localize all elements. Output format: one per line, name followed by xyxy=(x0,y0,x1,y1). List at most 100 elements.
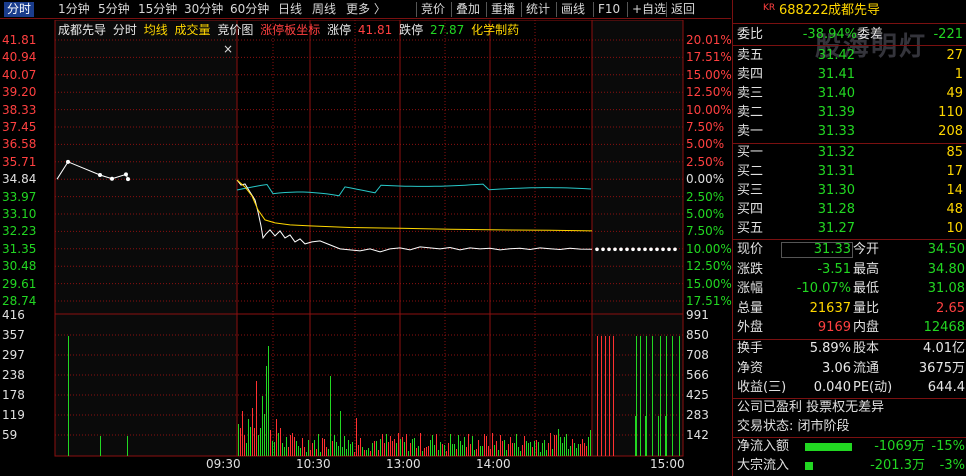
bid-row[interactable]: 买四 31.28 48 xyxy=(733,200,966,220)
period-tab-6[interactable]: 日线 xyxy=(278,2,302,17)
limit-axis-toggle[interactable]: 涨停板坐标 xyxy=(260,23,320,37)
auction-price-point xyxy=(126,177,130,182)
toolbar-button-4[interactable]: 画线 xyxy=(561,2,585,17)
volume-bar xyxy=(506,450,507,456)
toolbar-button-2[interactable]: 重播 xyxy=(491,2,515,17)
volume-bar xyxy=(430,440,431,456)
price-tick-label: 37.45 xyxy=(2,120,37,134)
volume-bar xyxy=(394,439,395,456)
volume-bar xyxy=(284,447,285,456)
volume-legend[interactable]: 成交量 xyxy=(175,23,211,37)
period-tab-1[interactable]: 1分钟 xyxy=(58,2,90,17)
volume-bar xyxy=(316,449,317,456)
stat-label: 总量 xyxy=(737,300,764,316)
volume-bar xyxy=(530,442,531,456)
volume-bar xyxy=(666,336,667,456)
volume-bar xyxy=(332,441,333,456)
volume-bar xyxy=(424,448,425,456)
period-tab-7[interactable]: 周线 xyxy=(312,2,336,17)
volume-bar xyxy=(558,429,559,456)
volume-bar xyxy=(372,443,373,456)
chart-canvas[interactable] xyxy=(0,20,731,476)
up-limit-value: 41.81 xyxy=(357,23,393,37)
volume-bar xyxy=(605,336,606,456)
net-inflow-value: -1069万 xyxy=(874,439,925,454)
ask-label: 卖二 xyxy=(737,105,764,120)
stat-row[interactable]: 现价 31.33 今开 34.50 xyxy=(733,240,966,260)
volume-bar xyxy=(342,447,343,456)
period-tab-0[interactable]: 分时 xyxy=(4,2,35,17)
price-tick-label: 40.94 xyxy=(2,50,37,65)
stat-value: 34.80 xyxy=(927,261,965,277)
stat-value: 3.06 xyxy=(822,360,851,376)
volume-bar xyxy=(645,416,646,456)
volume-bar xyxy=(314,440,315,456)
volume-tick-right-label: 283 xyxy=(686,408,709,422)
stat-row[interactable]: 涨幅 -10.07% 最低 31.08 xyxy=(733,279,966,299)
volume-bar xyxy=(272,441,273,456)
toolbar-button-0[interactable]: 竞价 xyxy=(421,2,445,17)
volume-bar xyxy=(292,433,293,456)
bid-row[interactable]: 买二 31.31 17 xyxy=(733,162,966,182)
volume-bar xyxy=(330,376,331,456)
ask-row[interactable]: 卖二 31.39 110 xyxy=(733,103,966,123)
bid-row[interactable]: 买五 31.27 10 xyxy=(733,219,966,239)
volume-bar xyxy=(312,443,313,456)
toolbar-button-5[interactable]: F10 xyxy=(598,2,620,17)
toolbar-button-3[interactable]: 统计 xyxy=(526,2,550,17)
volume-bar xyxy=(418,446,419,456)
volume-bar xyxy=(302,438,303,456)
ask-row[interactable]: 卖五 31.42 27 xyxy=(733,46,966,66)
avg-line-legend[interactable]: 均线 xyxy=(144,23,168,37)
volume-bar xyxy=(665,416,666,456)
bid-row[interactable]: 买三 31.30 14 xyxy=(733,181,966,201)
close-icon[interactable]: × xyxy=(223,42,233,56)
ask-row[interactable]: 卖三 31.40 49 xyxy=(733,84,966,104)
bid-price: 31.30 xyxy=(817,183,855,198)
auction-chart-toggle[interactable]: 竞价图 xyxy=(217,23,253,37)
intraday-chart[interactable]: 成都先导 分时 均线 成交量 竞价图 涨停板坐标 涨停 41.81 跌停 27.… xyxy=(0,20,732,476)
volume-bar xyxy=(127,436,128,456)
toolbar-button-6[interactable]: +自选 xyxy=(632,2,666,17)
period-tab-2[interactable]: 5分钟 xyxy=(98,2,130,17)
ask-row[interactable]: 卖四 31.41 1 xyxy=(733,65,966,85)
stat-row[interactable]: 涨跌 -3.51 最高 34.80 xyxy=(733,260,966,280)
volume-bar xyxy=(588,437,589,456)
period-tab-5[interactable]: 60分钟 xyxy=(230,2,269,17)
toolbar-button-7[interactable]: 返回 xyxy=(671,2,695,17)
period-tab-4[interactable]: 30分钟 xyxy=(184,2,223,17)
volume-bar xyxy=(635,416,636,456)
volume-bar xyxy=(562,443,563,456)
volume-bar xyxy=(350,444,351,456)
ask-label: 卖四 xyxy=(737,67,764,82)
volume-bar xyxy=(294,437,295,456)
sector-label[interactable]: 化学制药 xyxy=(471,23,519,37)
volume-bar xyxy=(488,446,489,456)
stat-label: 收益(三) xyxy=(737,380,787,396)
chart-stock-name: 成都先导 xyxy=(58,23,107,37)
toolbar-button-1[interactable]: 叠加 xyxy=(456,2,480,17)
stat-value: 34.50 xyxy=(927,242,965,257)
ask-row[interactable]: 卖一 31.33 208 xyxy=(733,122,966,142)
chart-period[interactable]: 分时 xyxy=(113,23,137,37)
volume-bar xyxy=(388,442,389,456)
stat2-row[interactable]: 换手 5.89% 股本 4.01亿 xyxy=(733,339,966,359)
bid-row[interactable]: 买一 31.32 85 xyxy=(733,143,966,163)
block-inflow-bar xyxy=(805,462,813,470)
stat-row[interactable]: 总量 21637 量比 2.65 xyxy=(733,299,966,319)
stat2-row[interactable]: 净资 3.06 流通 3675万 xyxy=(733,359,966,379)
time-tick-label: 13:00 xyxy=(386,457,421,471)
stat-value: 31.08 xyxy=(927,281,965,297)
stat-label: 最低 xyxy=(853,281,880,297)
block-inflow-row: 大宗流入 -201.3万 -3% xyxy=(733,456,966,476)
period-tab-3[interactable]: 15分钟 xyxy=(138,2,177,17)
volume-bar xyxy=(426,447,427,456)
price-tick-label: 36.58 xyxy=(2,137,37,152)
stat-row[interactable]: 外盘 9169 内盘 12468 xyxy=(733,318,966,338)
stat2-row[interactable]: 收益(三) 0.040 PE(动) 644.4 xyxy=(733,378,966,398)
bid-volume: 10 xyxy=(946,221,963,236)
period-tab-8[interactable]: 更多 〉 xyxy=(346,2,386,17)
volume-bar xyxy=(522,445,523,456)
ask-price: 31.33 xyxy=(817,124,855,139)
volume-bar xyxy=(636,336,637,456)
